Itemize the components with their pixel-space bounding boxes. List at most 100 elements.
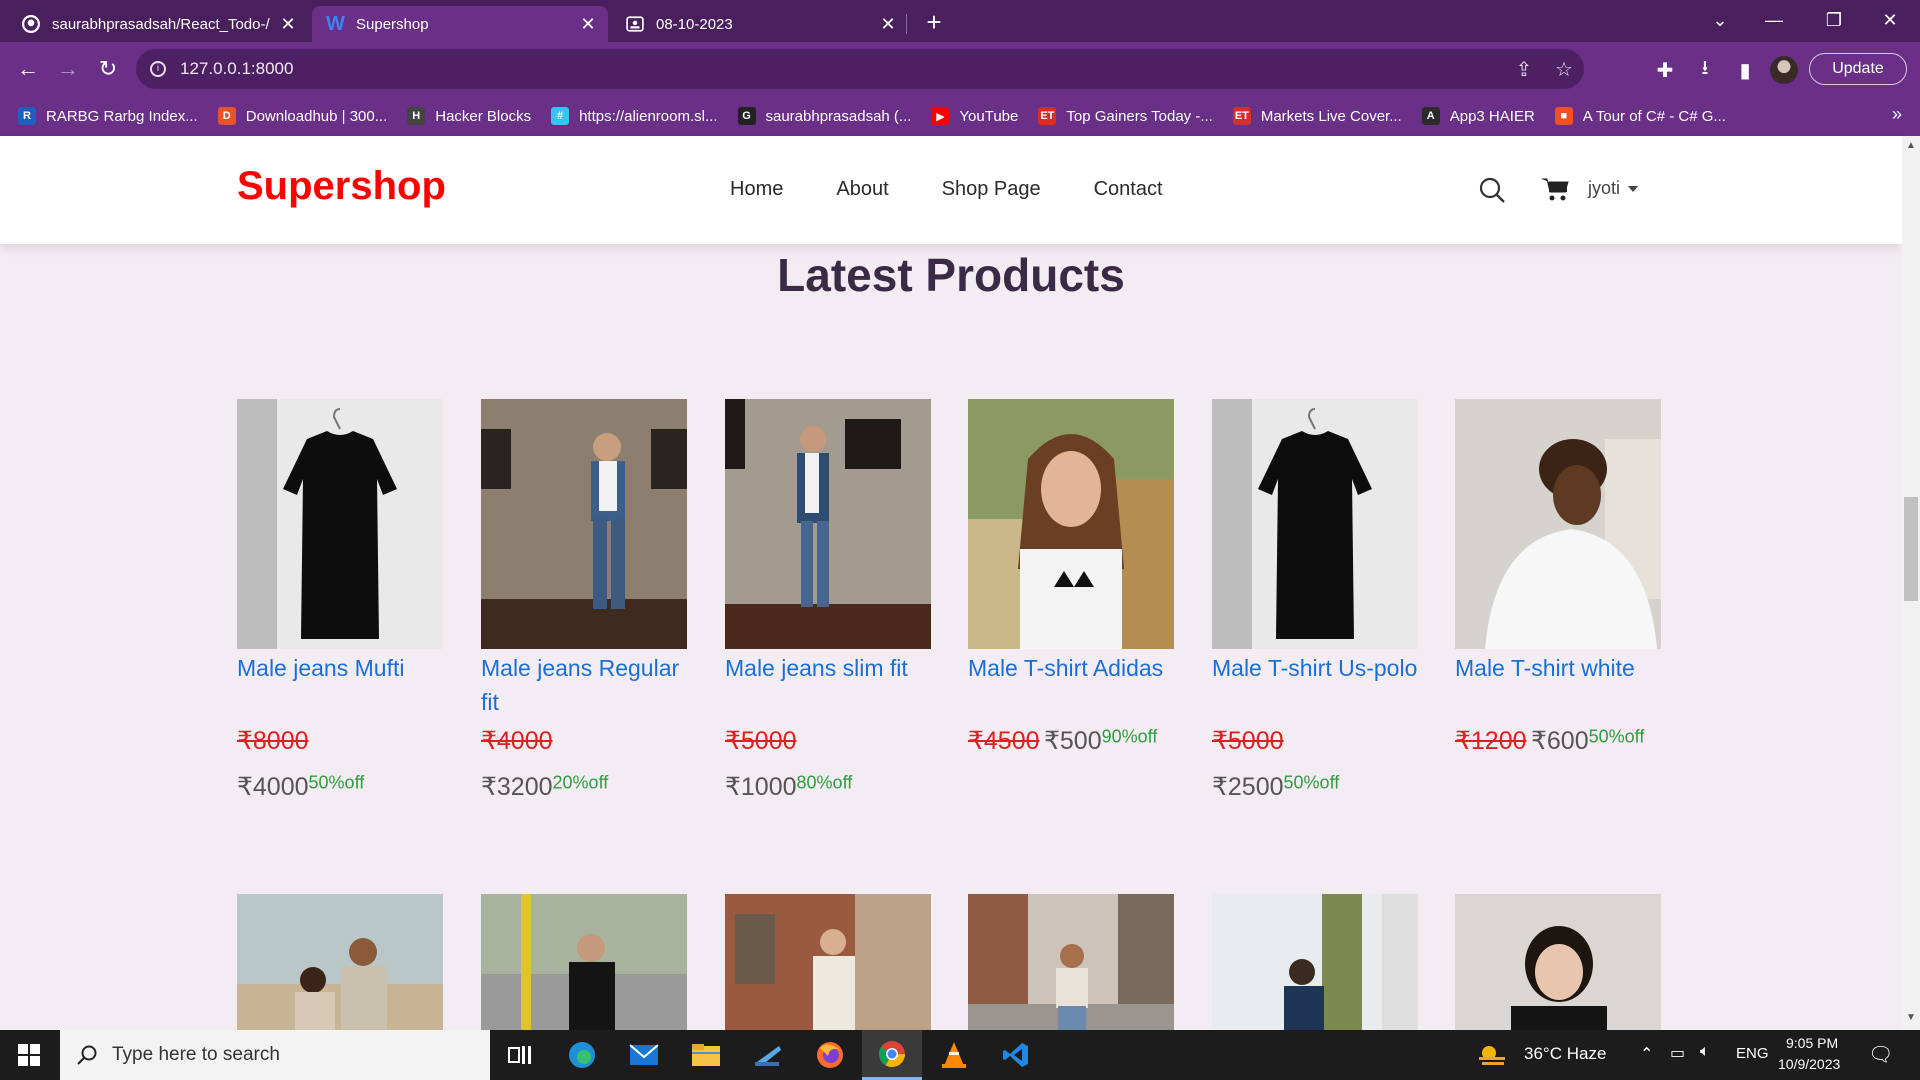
product-image[interactable] (481, 399, 687, 649)
search-icon[interactable] (1478, 176, 1506, 204)
menu-contact[interactable]: Contact (1094, 178, 1163, 201)
product-card[interactable]: Male jeans slim fit (725, 399, 931, 685)
bookmark-item[interactable]: A App3 HAIER (1421, 107, 1535, 125)
mail-icon[interactable] (614, 1030, 674, 1080)
show-hidden-icons[interactable]: ⌃ (1640, 1044, 1653, 1064)
profile-avatar[interactable] (1770, 56, 1798, 84)
product-card[interactable]: Male T-shirt Adidas (968, 399, 1174, 685)
tab-supershop[interactable]: W Supershop ✕ (312, 6, 608, 42)
product-card[interactable] (1212, 894, 1418, 1034)
scroll-down-icon[interactable]: ▼ (1902, 1012, 1920, 1028)
product-image[interactable] (968, 399, 1174, 649)
user-dropdown[interactable]: jyoti (1588, 178, 1639, 199)
menu-shop-page[interactable]: Shop Page (942, 178, 1041, 201)
bookmark-item[interactable]: # https://alienroom.sl... (551, 107, 718, 125)
forward-icon[interactable]: → (52, 53, 84, 85)
vlc-icon[interactable] (924, 1030, 984, 1080)
weather-icon[interactable] (1474, 1030, 1510, 1080)
language-indicator[interactable]: ENG (1736, 1045, 1769, 1062)
product-name[interactable]: Male T-shirt white (1455, 651, 1661, 685)
close-window-icon[interactable]: ✕ (1862, 0, 1918, 40)
product-image[interactable] (968, 894, 1174, 1034)
tab-github[interactable]: saurabhprasadsah/React_Todo-/ ✕ (8, 6, 308, 42)
bookmark-item[interactable]: ET Top Gainers Today -... (1038, 107, 1213, 125)
cart-icon[interactable] (1541, 176, 1569, 202)
product-image[interactable] (1212, 894, 1418, 1034)
star-icon[interactable]: ☆ (1544, 57, 1584, 82)
product-image[interactable] (725, 399, 931, 649)
site-logo[interactable]: Supershop (237, 164, 446, 209)
product-card[interactable] (725, 894, 931, 1034)
bookmark-item[interactable]: ET Markets Live Cover... (1232, 107, 1402, 125)
product-name[interactable]: Male jeans slim fit (725, 651, 931, 685)
product-card[interactable] (1455, 894, 1661, 1034)
site-info-icon[interactable]: i (150, 61, 166, 77)
scrollbar-thumb[interactable] (1904, 497, 1918, 601)
download-icon[interactable]: ⭳ (1690, 55, 1720, 85)
store-icon[interactable] (738, 1030, 798, 1080)
volume-icon[interactable]: 🔈︎ (1700, 1043, 1710, 1061)
chrome-icon[interactable] (862, 1030, 922, 1080)
product-price: ₹5000 ₹100080%off (725, 726, 852, 802)
product-name[interactable]: Male T-shirt Us-polo (1212, 651, 1418, 685)
bookmark-item[interactable]: Gsaurabhprasadsah (... (737, 107, 911, 125)
restore-icon[interactable]: ❐ (1806, 0, 1862, 40)
product-name[interactable]: Male T-shirt Adidas (968, 651, 1174, 685)
bookmark-item[interactable]: ■ A Tour of C# - C# G... (1554, 107, 1726, 125)
url-text[interactable]: 127.0.0.1:8000 (180, 59, 1504, 79)
close-icon[interactable]: ✕ (574, 14, 602, 35)
product-card[interactable]: Male jeans Mufti (237, 399, 443, 685)
bookmark-item[interactable]: H Hacker Blocks (407, 107, 531, 125)
bookmark-item[interactable]: R RARBG Rarbg Index... (18, 107, 198, 125)
bookmark-item[interactable]: D Downloadhub | 300... (217, 107, 388, 125)
scroll-up-icon[interactable]: ▲ (1902, 140, 1920, 156)
extensions-icon[interactable]: ✚ (1650, 55, 1680, 85)
minimize-icon[interactable]: — (1746, 0, 1802, 40)
task-view-icon[interactable] (490, 1030, 550, 1080)
weather-text[interactable]: 36°C Haze (1524, 1044, 1606, 1064)
edge-icon[interactable] (552, 1030, 612, 1080)
sidepanel-icon[interactable]: ▮ (1730, 55, 1760, 85)
clock-time[interactable]: 9:05 PM (1786, 1035, 1838, 1051)
menu-about[interactable]: About (836, 178, 888, 201)
close-icon[interactable]: ✕ (874, 14, 902, 35)
bookmark-item[interactable]: ▶ YouTube (931, 107, 1018, 125)
product-card[interactable] (237, 894, 443, 1034)
product-card[interactable] (968, 894, 1174, 1034)
tab-separator (906, 14, 907, 34)
product-image[interactable] (1212, 399, 1418, 649)
windows-start-icon[interactable] (0, 1030, 58, 1080)
clock-date[interactable]: 10/9/2023 (1778, 1056, 1840, 1072)
bookmark-label: Downloadhub | 300... (245, 107, 388, 125)
product-card[interactable]: Male jeans Regular fit (481, 399, 687, 719)
update-button[interactable]: Update (1809, 53, 1907, 85)
file-explorer-icon[interactable] (676, 1030, 736, 1080)
new-tab-button[interactable]: + (918, 8, 950, 36)
product-image[interactable] (481, 894, 687, 1034)
vscode-icon[interactable] (986, 1030, 1046, 1080)
firefox-icon[interactable] (800, 1030, 860, 1080)
product-name[interactable]: Male jeans Regular fit (481, 651, 687, 719)
menu-home[interactable]: Home (730, 178, 783, 201)
product-image[interactable] (1455, 894, 1661, 1034)
product-card[interactable]: Male T-shirt white (1455, 399, 1661, 685)
search-placeholder[interactable]: Type here to search (112, 1044, 280, 1066)
notification-icon[interactable]: 🗨︎ (1868, 1042, 1893, 1067)
share-icon[interactable]: ⇪ (1504, 57, 1544, 82)
product-name[interactable]: Male jeans Mufti (237, 651, 443, 685)
reload-icon[interactable]: ↻ (92, 53, 124, 85)
taskbar-search[interactable]: Type here to search (60, 1030, 490, 1080)
product-image[interactable] (237, 399, 443, 649)
tab-image[interactable]: 08-10-2023 ✕ (612, 6, 908, 42)
network-icon[interactable]: ▭ (1670, 1043, 1685, 1063)
product-card[interactable]: Male T-shirt Us-polo (1212, 399, 1418, 685)
product-image[interactable] (725, 894, 931, 1034)
product-card[interactable] (481, 894, 687, 1034)
tab-search-icon[interactable]: ⌄ (1692, 0, 1748, 40)
address-bar[interactable]: i 127.0.0.1:8000 ⇪ ☆ (136, 49, 1584, 89)
product-image[interactable] (237, 894, 443, 1034)
close-icon[interactable]: ✕ (274, 14, 302, 35)
back-icon[interactable]: ← (12, 53, 44, 85)
bookmarks-overflow-icon[interactable]: » (1892, 104, 1902, 125)
product-image[interactable] (1455, 399, 1661, 649)
